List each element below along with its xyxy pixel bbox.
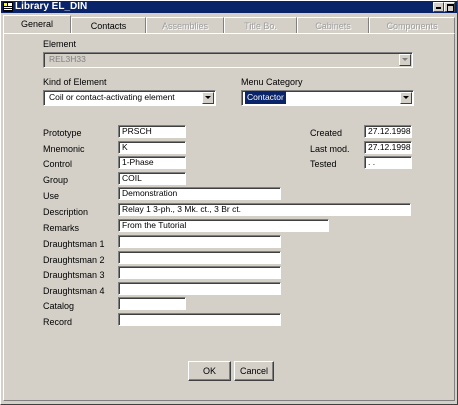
draughtsman-3-label: Draughtsman 3 — [43, 270, 105, 280]
app-icon — [3, 2, 13, 12]
maximize-icon — [447, 4, 454, 12]
draughtsman-1-label: Draughtsman 1 — [43, 239, 105, 249]
ok-button[interactable]: OK — [188, 361, 231, 381]
tab-strip: General Contacts Assemblies Title Bo. Ca… — [3, 15, 455, 33]
use-field[interactable]: Demonstration — [118, 187, 281, 200]
tested-field[interactable]: . . — [364, 156, 412, 169]
last-modified-label: Last mod. — [310, 144, 350, 154]
control-label: Control — [43, 159, 73, 169]
catalog-label: Catalog — [43, 301, 75, 311]
window-title: Library EL_DIN — [15, 1, 88, 12]
created-field[interactable]: 27.12.1998 — [364, 125, 412, 138]
element-label: Element — [43, 39, 77, 49]
draughtsman-4-field[interactable] — [118, 282, 281, 295]
group-field[interactable]: COIL — [118, 172, 186, 185]
chevron-down-icon — [402, 58, 408, 61]
tab-contacts[interactable]: Contacts — [71, 17, 146, 33]
draughtsman-3-field[interactable] — [118, 266, 281, 279]
maximize-button[interactable] — [444, 2, 455, 12]
menu-category-dropdown[interactable]: Contactor — [241, 90, 414, 106]
draughtsman-2-label: Draughtsman 2 — [43, 255, 105, 265]
description-label: Description — [43, 207, 89, 217]
catalog-field[interactable] — [118, 297, 186, 310]
menu-category-value: Contactor — [245, 91, 286, 104]
draughtsman-4-label: Draughtsman 4 — [43, 286, 105, 296]
last-modified-field[interactable]: 27.12.1998 — [364, 141, 412, 154]
minimize-icon — [436, 7, 441, 9]
record-label: Record — [43, 317, 73, 327]
kind-of-element-dropdown-button[interactable] — [202, 92, 214, 104]
element-dropdown: REL3H33 — [43, 52, 413, 68]
group-label: Group — [43, 175, 69, 185]
created-label: Created — [310, 128, 343, 138]
prototype-field[interactable]: PRSCH — [118, 125, 186, 138]
title-bar[interactable]: Library EL_DIN — [1, 1, 457, 13]
draughtsman-2-field[interactable] — [118, 251, 281, 264]
mnemonic-label: Mnemonic — [43, 144, 85, 154]
control-field[interactable]: 1-Phase — [118, 156, 186, 169]
menu-category-dropdown-button[interactable] — [400, 92, 412, 104]
description-field[interactable]: Relay 1 3-ph., 3 Mk. ct., 3 Br ct. — [118, 203, 411, 216]
chevron-down-icon — [205, 96, 211, 99]
menu-category-label: Menu Category — [241, 77, 303, 87]
tab-assemblies: Assemblies — [146, 17, 224, 33]
element-value: REL3H33 — [49, 54, 86, 64]
use-label: Use — [43, 191, 60, 201]
tested-label: Tested — [310, 159, 337, 169]
tab-title-block: Title Bo. — [224, 17, 297, 33]
kind-of-element-label: Kind of Element — [43, 77, 107, 87]
tab-cabinets: Cabinets — [297, 17, 369, 33]
element-dropdown-button — [399, 54, 411, 66]
kind-of-element-value: Coil or contact-activating element — [49, 92, 175, 102]
cancel-button[interactable]: Cancel — [234, 361, 274, 381]
prototype-label: Prototype — [43, 128, 82, 138]
tab-components: Components — [369, 17, 455, 33]
mnemonic-field[interactable]: K — [118, 141, 186, 154]
kind-of-element-dropdown[interactable]: Coil or contact-activating element — [43, 90, 216, 106]
tab-general[interactable]: General — [3, 15, 71, 33]
remarks-label: Remarks — [43, 223, 80, 233]
record-field[interactable] — [118, 313, 281, 326]
chevron-down-icon — [403, 96, 409, 99]
remarks-field[interactable]: From the Tutorial — [118, 219, 329, 232]
library-window: Library EL_DIN General Contacts Assembli… — [0, 0, 458, 405]
minimize-button[interactable] — [433, 2, 444, 12]
draughtsman-1-field[interactable] — [118, 235, 281, 248]
